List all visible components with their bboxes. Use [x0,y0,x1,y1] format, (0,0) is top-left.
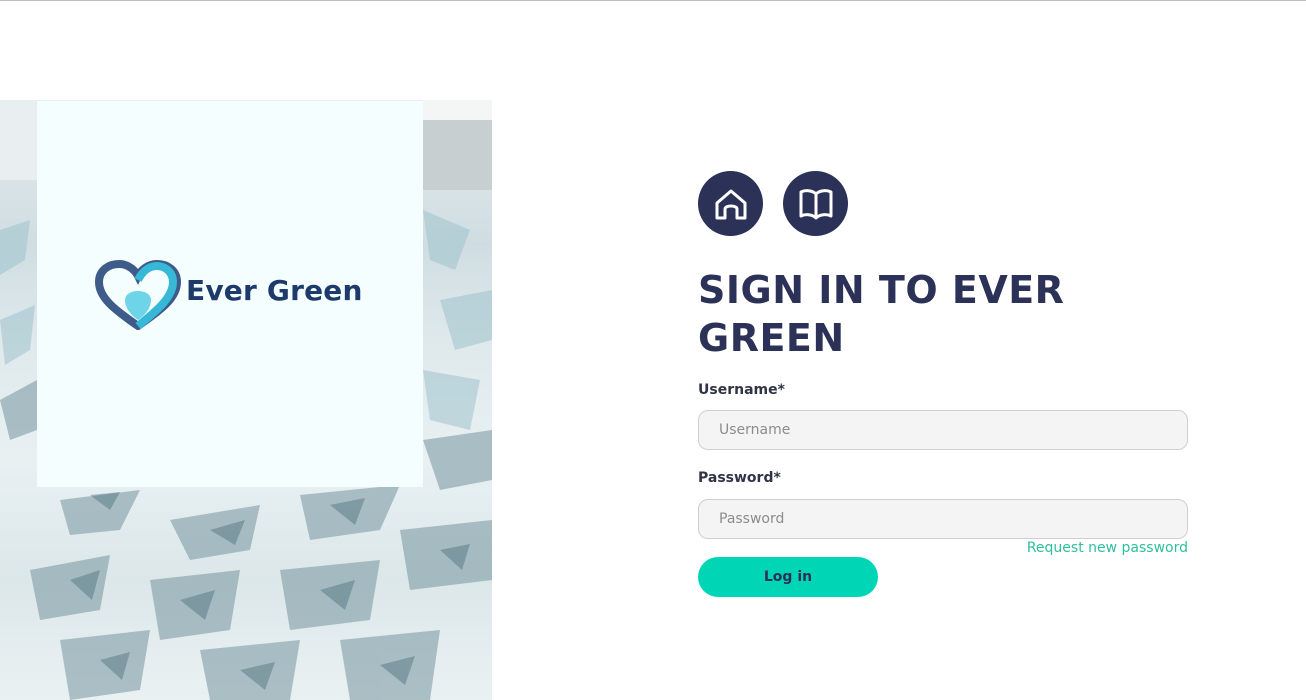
evergreen-logo-icon [95,260,181,330]
docs-button[interactable] [783,171,848,236]
home-button[interactable] [698,171,763,236]
book-icon [799,188,832,219]
password-label: Password* [698,470,781,486]
logo-wordmark: Ever Green [186,274,363,307]
home-icon [715,189,746,219]
top-divider [0,0,1306,1]
password-input[interactable] [698,499,1188,539]
username-input[interactable] [698,410,1188,450]
request-password-link[interactable]: Request new password [1027,540,1188,556]
page-title: SIGN IN TO EVER GREEN [698,268,1065,360]
login-button[interactable]: Log in [698,557,878,597]
username-label: Username* [698,382,785,398]
